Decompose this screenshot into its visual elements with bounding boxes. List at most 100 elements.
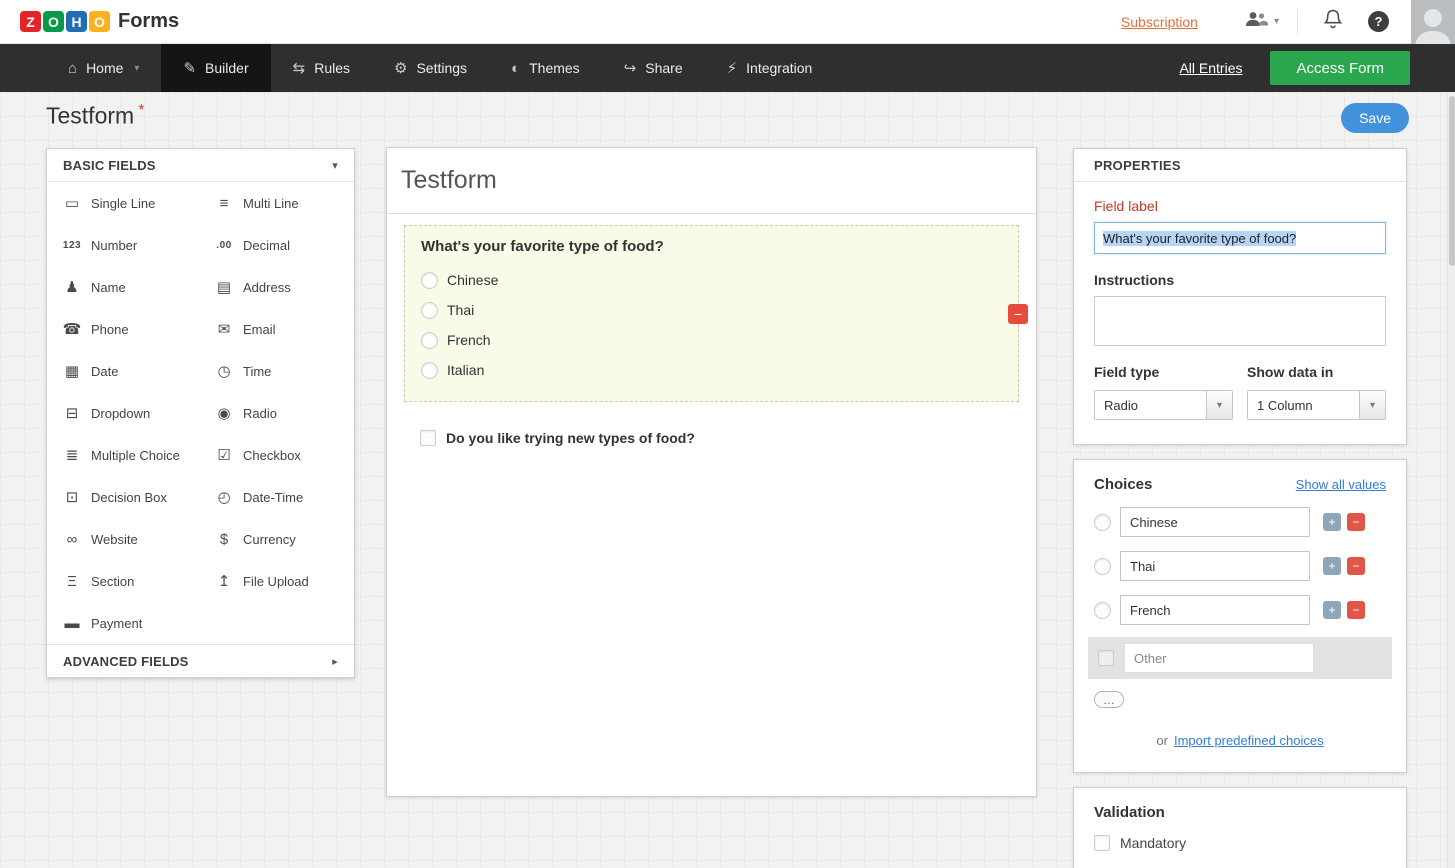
show-data-value: 1 Column (1248, 398, 1359, 413)
field-item-decision-box[interactable]: ⊡Decision Box (47, 476, 199, 518)
users-menu[interactable]: ▾ (1226, 11, 1297, 32)
other-choice-input[interactable]: Other (1124, 643, 1314, 673)
radio-option-chinese[interactable]: Chinese (421, 265, 1002, 295)
radio-button-icon[interactable] (421, 362, 438, 379)
choice-input-french[interactable]: French (1120, 595, 1310, 625)
chevron-down-icon: ▾ (332, 159, 338, 172)
field-item-section[interactable]: ΞSection (47, 560, 199, 602)
radio-button-icon[interactable] (1094, 602, 1111, 619)
nav-item-share[interactable]: ↪ Share (602, 44, 705, 92)
add-choice-button[interactable]: + (1323, 513, 1341, 531)
fields-panel: BASIC FIELDS ▾ ▭Single Line ≡Multi Line … (46, 148, 355, 678)
field-label: Single Line (91, 196, 155, 211)
caret-down-icon: ▾ (1206, 391, 1232, 419)
field-item-address[interactable]: ▤Address (199, 266, 354, 308)
field-item-website[interactable]: ∞Website (47, 518, 199, 560)
field-label-input[interactable]: What's your favorite type of food? (1094, 222, 1386, 254)
field-item-currency[interactable]: $Currency (199, 518, 354, 560)
radio-option-italian[interactable]: Italian (421, 355, 1002, 385)
field-item-number[interactable]: 123Number (47, 224, 199, 266)
radio-button-icon[interactable] (421, 302, 438, 319)
add-choice-button[interactable]: + (1323, 601, 1341, 619)
field-label: Decimal (243, 238, 290, 253)
basic-fields-header[interactable]: BASIC FIELDS ▾ (47, 149, 354, 182)
show-data-select[interactable]: 1 Column ▾ (1247, 390, 1386, 420)
integration-icon: ⚡ (727, 59, 738, 77)
checkbox-field[interactable]: Do you like trying new types of food? (420, 430, 1003, 446)
field-item-email[interactable]: ✉Email (199, 308, 354, 350)
choices-body: Choices Show all values Chinese + − Thai… (1074, 460, 1406, 772)
field-item-radio[interactable]: ◉Radio (199, 392, 354, 434)
all-entries-link[interactable]: All Entries (1179, 60, 1242, 76)
notifications-button[interactable] (1298, 9, 1368, 34)
radio-field-label: What's your favorite type of food? (421, 238, 1002, 255)
radio-button-icon[interactable] (421, 272, 438, 289)
other-checkbox-icon[interactable] (1098, 650, 1114, 666)
import-predefined-choices-link[interactable]: Import predefined choices (1174, 733, 1324, 748)
radio-button-icon[interactable] (421, 332, 438, 349)
field-label: Section (91, 574, 134, 589)
field-item-date-time[interactable]: ◴Date-Time (199, 476, 354, 518)
show-all-values-link[interactable]: Show all values (1296, 477, 1386, 492)
save-button[interactable]: Save (1341, 103, 1409, 133)
choice-row-thai: Thai + − (1094, 551, 1386, 581)
more-options-button[interactable]: … (1094, 691, 1124, 708)
field-item-file-upload[interactable]: ↥File Upload (199, 560, 354, 602)
subscription-link[interactable]: Subscription (1121, 14, 1198, 30)
nav-item-rules[interactable]: ⇆ Rules (271, 44, 372, 92)
field-item-date[interactable]: ▦Date (47, 350, 199, 392)
nav-label-integration: Integration (746, 60, 812, 76)
add-choice-button[interactable]: + (1323, 557, 1341, 575)
instructions-textarea[interactable] (1094, 296, 1386, 346)
delete-field-button[interactable]: − (1008, 304, 1028, 324)
nav-item-settings[interactable]: ⚙ Settings (372, 44, 489, 92)
top-bar: Z O H O Forms Subscription ▾ ? (0, 0, 1455, 44)
nav-item-builder[interactable]: ✎ Builder (161, 44, 270, 92)
field-item-payment[interactable]: ▬Payment (47, 602, 199, 644)
field-type-select[interactable]: Radio ▾ (1094, 390, 1233, 420)
advanced-fields-header[interactable]: ADVANCED FIELDS ▸ (47, 644, 354, 677)
field-item-phone[interactable]: ☎Phone (47, 308, 199, 350)
field-item-multi-line[interactable]: ≡Multi Line (199, 182, 354, 224)
advanced-fields-label: ADVANCED FIELDS (63, 654, 189, 669)
selected-radio-field[interactable]: What's your favorite type of food? Chine… (404, 225, 1019, 402)
field-label: Name (91, 280, 126, 295)
nav-item-themes[interactable]: ◐ Themes (489, 44, 602, 92)
field-item-single-line[interactable]: ▭Single Line (47, 182, 199, 224)
field-item-multiple-choice[interactable]: ≣Multiple Choice (47, 434, 199, 476)
field-item-decimal[interactable]: .00Decimal (199, 224, 354, 266)
field-item-dropdown[interactable]: ⊟Dropdown (47, 392, 199, 434)
canvas-header: Testform (387, 148, 1036, 214)
remove-choice-button[interactable]: − (1347, 557, 1365, 575)
field-item-time[interactable]: ◷Time (199, 350, 354, 392)
nav-item-home[interactable]: ⌂ Home ▾ (46, 44, 161, 92)
mandatory-row[interactable]: Mandatory (1094, 835, 1386, 851)
remove-choice-button[interactable]: − (1347, 601, 1365, 619)
vertical-scrollbar[interactable] (1447, 92, 1455, 868)
other-choice-row: Other (1088, 637, 1392, 679)
radio-button-icon[interactable] (1094, 514, 1111, 531)
help-button[interactable]: ? (1368, 11, 1389, 32)
logo-letter-z: Z (20, 11, 41, 32)
canvas-form-title: Testform (401, 166, 497, 195)
field-item-checkbox[interactable]: ☑Checkbox (199, 434, 354, 476)
currency-icon: $ (213, 531, 235, 548)
access-form-button[interactable]: Access Form (1270, 51, 1410, 85)
nav-item-integration[interactable]: ⚡ Integration (705, 44, 835, 92)
mandatory-checkbox-icon[interactable] (1094, 835, 1110, 851)
brand-name: Forms (118, 10, 179, 33)
user-avatar[interactable] (1411, 0, 1455, 44)
logo-letter-h: H (66, 11, 87, 32)
validation-card: Validation Mandatory (1073, 787, 1407, 868)
choice-input-thai[interactable]: Thai (1120, 551, 1310, 581)
radio-option-french[interactable]: French (421, 325, 1002, 355)
checkbox-icon[interactable] (420, 430, 436, 446)
zoho-forms-logo[interactable]: Z O H O Forms (20, 10, 179, 33)
radio-button-icon[interactable] (1094, 558, 1111, 575)
option-label: Thai (447, 302, 474, 318)
field-item-name[interactable]: ♟Name (47, 266, 199, 308)
radio-option-thai[interactable]: Thai (421, 295, 1002, 325)
choice-input-chinese[interactable]: Chinese (1120, 507, 1310, 537)
scrollbar-thumb[interactable] (1449, 96, 1455, 266)
remove-choice-button[interactable]: − (1347, 513, 1365, 531)
